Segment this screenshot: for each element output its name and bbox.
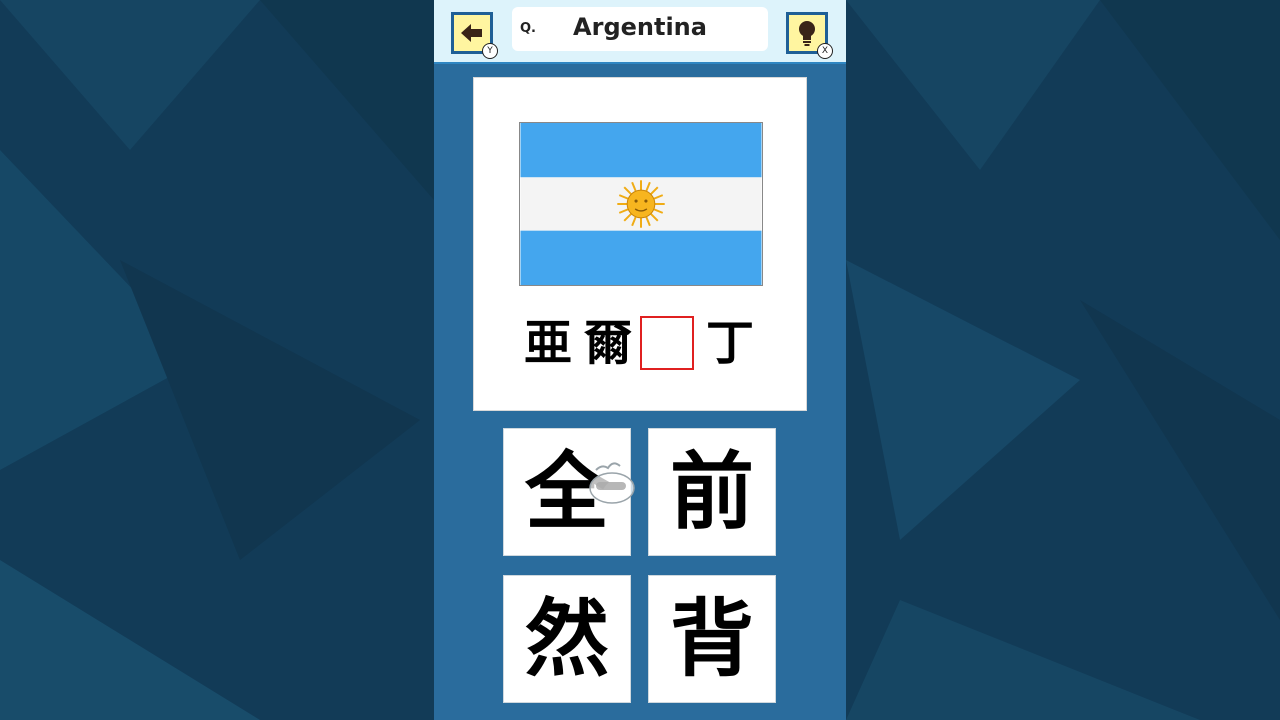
choice-label: 然 [524,590,609,688]
x-button-badge: X [817,43,833,59]
top-bar: Y Q. Argentina X [434,0,846,64]
answer-word: 亜 爾 丁 [520,314,762,372]
choice-tile-3[interactable]: 然 [503,575,631,703]
lightbulb-icon [799,21,815,46]
word-char: 亜 [523,315,572,371]
y-button-badge: Y [482,43,498,59]
question-box: Q. Argentina [512,7,768,51]
question-title: Argentina [573,13,707,41]
question-card: 亜 爾 丁 [473,77,807,411]
game-panel: Y Q. Argentina X 亜 爾 丁 全 前 然 背 [434,0,846,720]
word-char: 丁 [705,315,754,371]
hint-button[interactable]: X [786,12,833,59]
choice-tile-2[interactable]: 前 [648,428,776,556]
choice-label: 前 [669,443,754,541]
left-arrow-icon [461,24,482,42]
choice-tile-4[interactable]: 背 [648,575,776,703]
choice-label: 全 [524,443,609,541]
blank-slot [640,316,694,370]
choice-label: 背 [669,590,754,688]
choice-tile-1[interactable]: 全 [503,428,631,556]
sun-of-may-icon [617,180,665,228]
word-char: 爾 [583,315,632,371]
back-button[interactable]: Y [451,12,498,59]
argentina-flag [519,122,763,286]
